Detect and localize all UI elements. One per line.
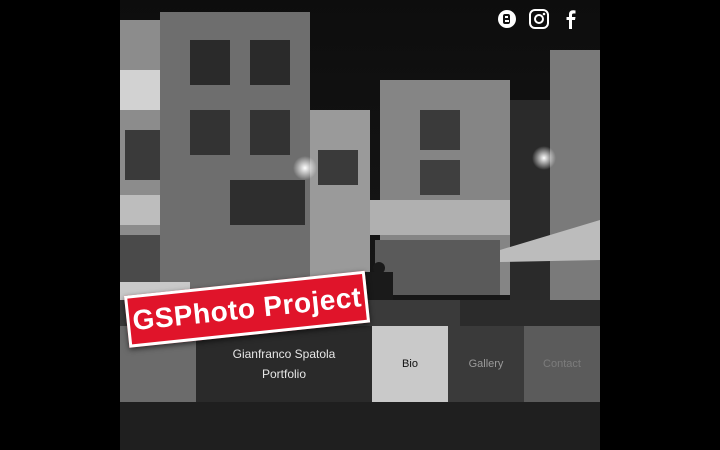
- photographer-name: Gianfranco Spatola: [232, 347, 336, 361]
- blogger-icon[interactable]: [496, 8, 518, 30]
- nav-gallery-button[interactable]: Gallery: [448, 326, 524, 402]
- page-stage: Gianfranco Spatola Portfolio GSPhoto Pro…: [120, 0, 600, 450]
- instagram-icon[interactable]: [528, 8, 550, 30]
- nav-bio-button[interactable]: Bio: [372, 326, 448, 402]
- main-nav: Bio Gallery Contact: [372, 326, 600, 402]
- social-links: [496, 8, 582, 30]
- nav-contact-button[interactable]: Contact: [524, 326, 600, 402]
- facebook-icon[interactable]: [560, 8, 582, 30]
- portfolio-label: Portfolio: [261, 367, 307, 381]
